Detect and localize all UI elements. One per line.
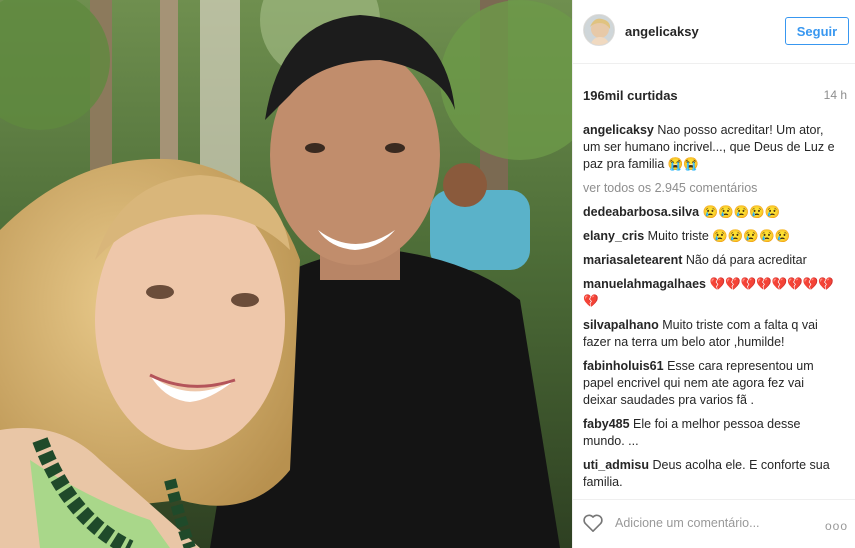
comment-item: manuelahmagalhaes 💔💔💔💔💔💔💔💔💔 <box>583 276 835 310</box>
post-photo[interactable] <box>0 0 572 548</box>
post-details-panel: angelicaksy Seguir 196mil curtidas 14 h … <box>572 0 855 548</box>
comment-text: 😢😢😢😢😢 <box>702 205 781 219</box>
heart-icon[interactable] <box>582 513 604 533</box>
comment-footer: Adicione um comentário... ooo <box>573 499 855 548</box>
avatar[interactable] <box>583 14 615 46</box>
comment-username[interactable]: elany_cris <box>583 229 644 243</box>
comment-item: silvapalhano Muito triste com a falta q … <box>583 317 835 351</box>
comment-item: elany_cris Muito triste 😢😢😢😢😢 <box>583 228 835 245</box>
comment-text: Não dá para acreditar <box>685 253 807 267</box>
caption: angelicaksy Nao posso acreditar! Um ator… <box>583 122 835 173</box>
comment-username[interactable]: fabinholuis61 <box>583 359 664 373</box>
comment-text: Muito triste 😢😢😢😢😢 <box>647 229 791 243</box>
comment-item: faby485 Ele foi a melhor pessoa desse mu… <box>583 416 835 450</box>
comment-username[interactable]: faby485 <box>583 417 630 431</box>
comment-username[interactable]: dedeabarbosa.silva <box>583 205 699 219</box>
more-options-icon[interactable]: ooo <box>825 519 848 533</box>
comment-item: fabinholuis61 Esse cara representou um p… <box>583 358 835 409</box>
post-header: angelicaksy Seguir <box>573 0 855 64</box>
add-comment-input[interactable]: Adicione um comentário... <box>615 516 760 530</box>
comment-username[interactable]: silvapalhano <box>583 318 659 332</box>
comment-item: dedeabarbosa.silva 😢😢😢😢😢 <box>583 204 835 221</box>
comment-item: uti_admisu Deus acolha ele. E conforte s… <box>583 457 835 491</box>
comment-username[interactable]: manuelahmagalhaes <box>583 277 706 291</box>
comment-username[interactable]: uti_admisu <box>583 458 649 472</box>
post-time: 14 h <box>823 88 847 102</box>
comment-item: mariasaletearent Não dá para acreditar <box>583 252 835 269</box>
comments-list[interactable]: angelicaksy Nao posso acreditar! Um ator… <box>583 122 835 494</box>
comment-username[interactable]: mariasaletearent <box>583 253 682 267</box>
username-link[interactable]: angelicaksy <box>625 24 699 39</box>
view-all-comments-link[interactable]: ver todos os 2.945 comentários <box>583 180 835 197</box>
likes-count[interactable]: 196mil curtidas <box>583 88 678 103</box>
follow-button[interactable]: Seguir <box>785 17 849 45</box>
caption-username[interactable]: angelicaksy <box>583 123 654 137</box>
